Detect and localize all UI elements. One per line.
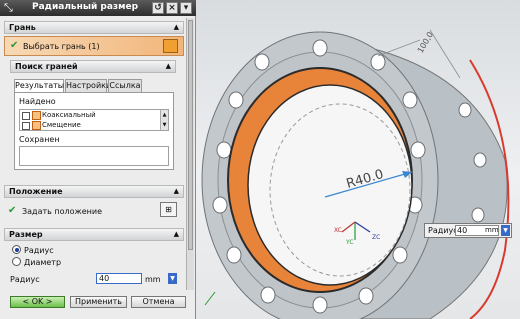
collapse-icon: ▲ <box>173 230 179 238</box>
list-scrollbar[interactable]: ▲ ▼ <box>160 110 168 130</box>
collapse-icon: ▲ <box>173 23 179 31</box>
radial-dimension-dialog: ⤡ Радиальный размер ↺ × ▾ Грань ▲ ✔ Выбра… <box>0 0 196 319</box>
saved-list[interactable] <box>19 146 169 166</box>
dialog-scrollbar[interactable] <box>186 18 194 290</box>
section-face-search-header[interactable]: Поиск граней ▲ <box>10 60 176 73</box>
section-face-header[interactable]: Грань ▲ <box>4 21 184 34</box>
radius-unit: mm <box>145 275 161 284</box>
radius-onscreen-input: Радиус 40 mm ▼ <box>424 223 512 238</box>
tab-panel: Найдено Коаксиальный Смещение ▲ ▼ Сохране… <box>14 92 174 170</box>
apply-button[interactable]: Применить <box>70 296 127 308</box>
radius-input[interactable]: 40 <box>96 273 142 284</box>
popup-unit-dropdown-icon[interactable]: ▼ <box>501 225 510 236</box>
select-face-label: Выбрать грань (1) <box>23 42 100 51</box>
tab-reference[interactable]: Ссылка <box>108 79 142 92</box>
found-label: Найдено <box>19 97 56 106</box>
face-search-title: Поиск граней <box>15 62 78 71</box>
scrollbar-thumb[interactable] <box>188 20 193 250</box>
radius-radio-label: Радиус <box>24 246 54 255</box>
offset-checkbox[interactable] <box>22 122 30 130</box>
found-list: Коаксиальный Смещение ▲ ▼ <box>19 109 169 131</box>
diameter-radio[interactable] <box>12 257 21 266</box>
saved-label: Сохранен <box>19 135 60 144</box>
diameter-radio-label: Диаметр <box>24 258 62 267</box>
position-picker-icon[interactable]: ⊞ <box>160 202 177 217</box>
reset-icon[interactable]: ↺ <box>152 2 164 14</box>
tab-results[interactable]: Результаты <box>14 79 64 93</box>
top-dimension-extension <box>429 29 461 79</box>
axis-x-label: XC <box>334 227 342 234</box>
radius-field-label: Радиус <box>10 275 40 284</box>
coaxial-checkbox[interactable] <box>22 112 30 120</box>
collapse-icon: ▲ <box>165 62 171 70</box>
section-face-title: Грань <box>9 23 36 32</box>
offset-icon <box>32 121 41 130</box>
section-position-header[interactable]: Положение ▲ <box>4 185 184 198</box>
menu-icon[interactable]: ▾ <box>180 2 192 14</box>
tab-settings[interactable]: Настройки <box>65 79 111 92</box>
radius-radio[interactable] <box>12 245 21 254</box>
position-check-icon: ✔ <box>8 205 17 216</box>
top-dimension-line <box>377 39 421 57</box>
cancel-button[interactable]: Отмена <box>131 296 186 308</box>
unit-dropdown-icon[interactable]: ▼ <box>168 273 177 284</box>
set-position-label: Задать положение <box>22 207 102 216</box>
section-size-header[interactable]: Размер ▲ <box>4 228 184 241</box>
offset-label: Смещение <box>42 121 81 129</box>
corner-triad <box>204 291 216 306</box>
axis-y-label: YC <box>346 239 354 246</box>
axis-z-label: ZC <box>372 234 381 241</box>
coaxial-label: Коаксиальный <box>42 111 96 119</box>
section-position-title: Положение <box>9 187 63 196</box>
select-face-row[interactable]: ✔ Выбрать грань (1) <box>4 36 184 56</box>
coaxial-icon <box>32 111 41 120</box>
dialog-titlebar[interactable]: ⤡ Радиальный размер ↺ × ▾ <box>0 0 196 16</box>
ok-button[interactable]: < OK > <box>10 296 65 308</box>
checkmark-icon: ✔ <box>10 40 19 51</box>
section-size-title: Размер <box>9 230 43 239</box>
bore-opening <box>247 84 413 286</box>
collapse-icon: ▲ <box>173 187 179 195</box>
face-select-icon[interactable] <box>163 39 178 53</box>
dialog-title: Радиальный размер <box>32 2 139 12</box>
popup-unit: mm <box>485 226 499 234</box>
popup-radius-label: Радиус <box>428 226 458 235</box>
close-icon[interactable]: × <box>166 2 178 14</box>
dimension-tool-icon: ⤡ <box>4 1 13 14</box>
